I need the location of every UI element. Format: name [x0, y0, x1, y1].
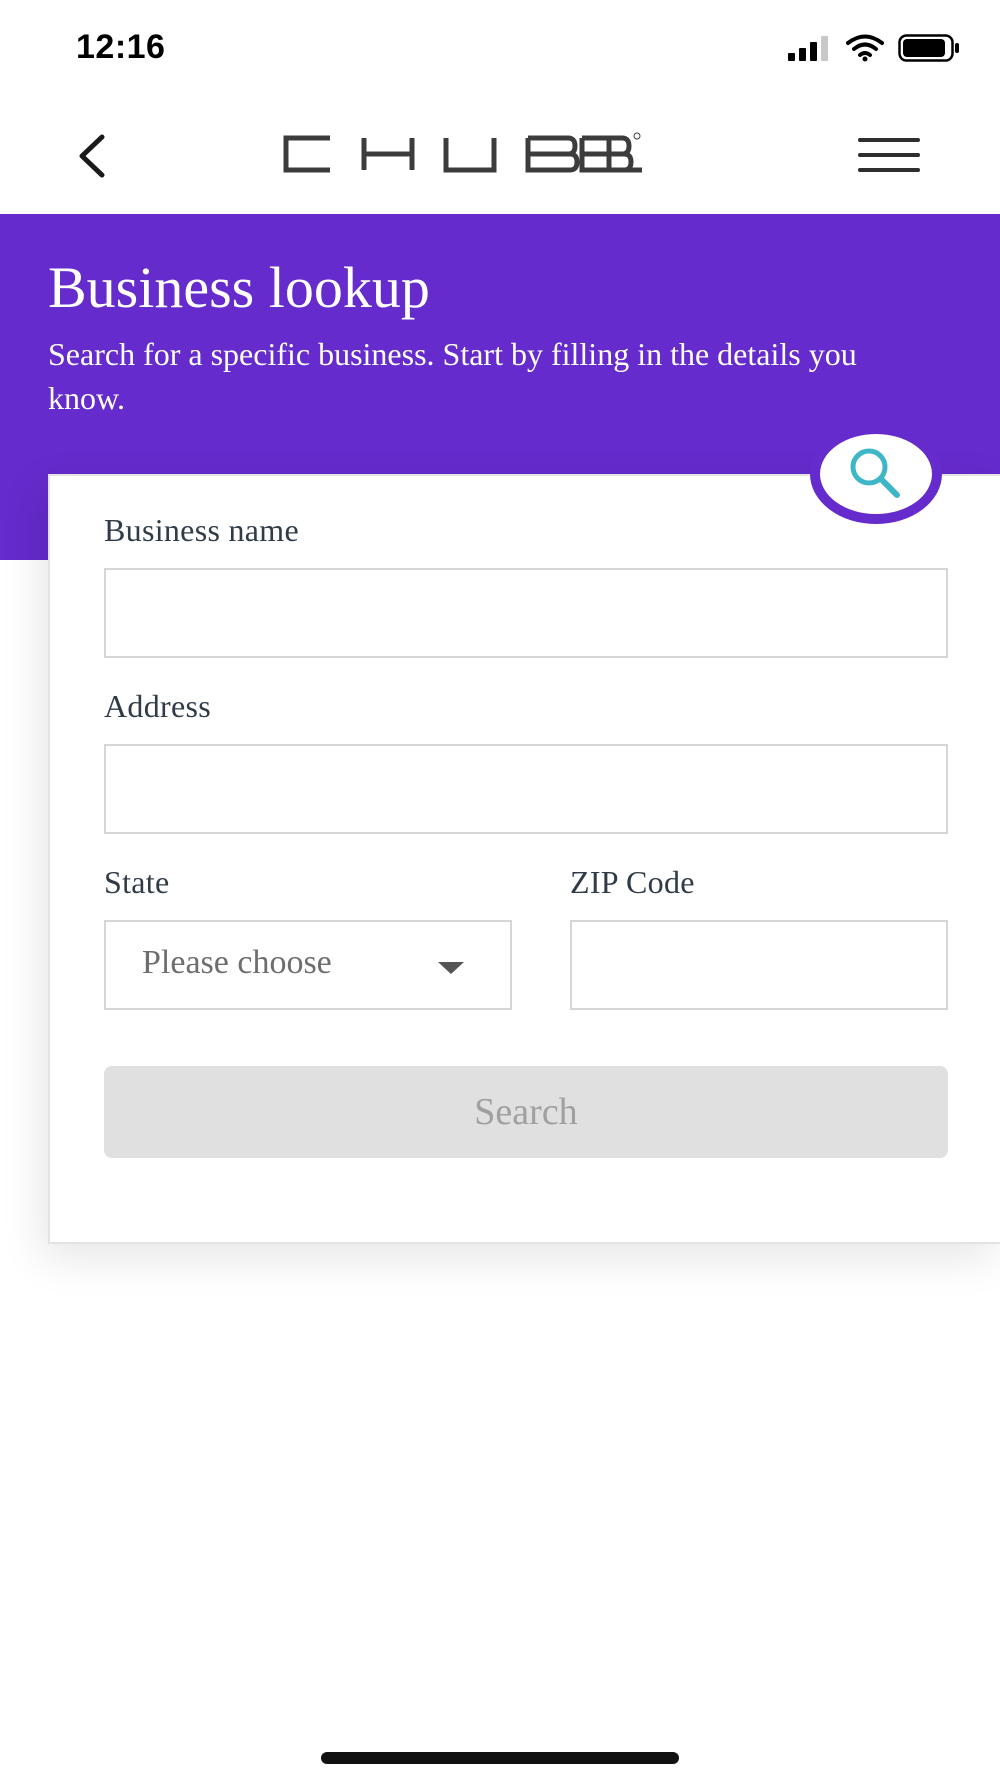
caret-down-icon — [438, 962, 464, 974]
address-label: Address — [104, 688, 211, 724]
chubb-logo — [283, 132, 642, 173]
back-button[interactable] — [62, 126, 122, 186]
address-input[interactable] — [104, 744, 948, 834]
status-bar: 12:16 — [0, 0, 1000, 100]
battery-icon — [898, 34, 959, 62]
zip-code-label: ZIP Code — [570, 864, 695, 900]
chevron-left-icon — [79, 134, 105, 178]
page-subtitle: Search for a specific business. Start by… — [48, 336, 857, 416]
wifi-icon — [846, 34, 884, 62]
menu-button[interactable] — [858, 130, 920, 180]
business-name-input[interactable] — [104, 568, 948, 658]
search-button[interactable]: Search — [104, 1066, 948, 1158]
business-name-label: Business name — [104, 512, 299, 548]
state-select-value: Please choose — [142, 944, 332, 981]
status-icons — [788, 34, 960, 62]
state-select[interactable]: Please choose — [104, 920, 512, 1010]
zip-code-input[interactable] — [570, 920, 948, 1010]
status-time: 12:16 — [76, 28, 166, 66]
search-icon — [850, 448, 900, 498]
state-label: State — [104, 864, 170, 900]
hamburger-menu-icon — [858, 138, 920, 172]
search-badge — [810, 424, 942, 524]
lookup-form-card: Business name Address State Please choos… — [48, 474, 1000, 1244]
cellular-signal-icon — [788, 36, 828, 61]
nav-bar — [0, 100, 1000, 214]
page-title: Business lookup — [48, 255, 430, 320]
home-indicator[interactable] — [321, 1752, 679, 1764]
